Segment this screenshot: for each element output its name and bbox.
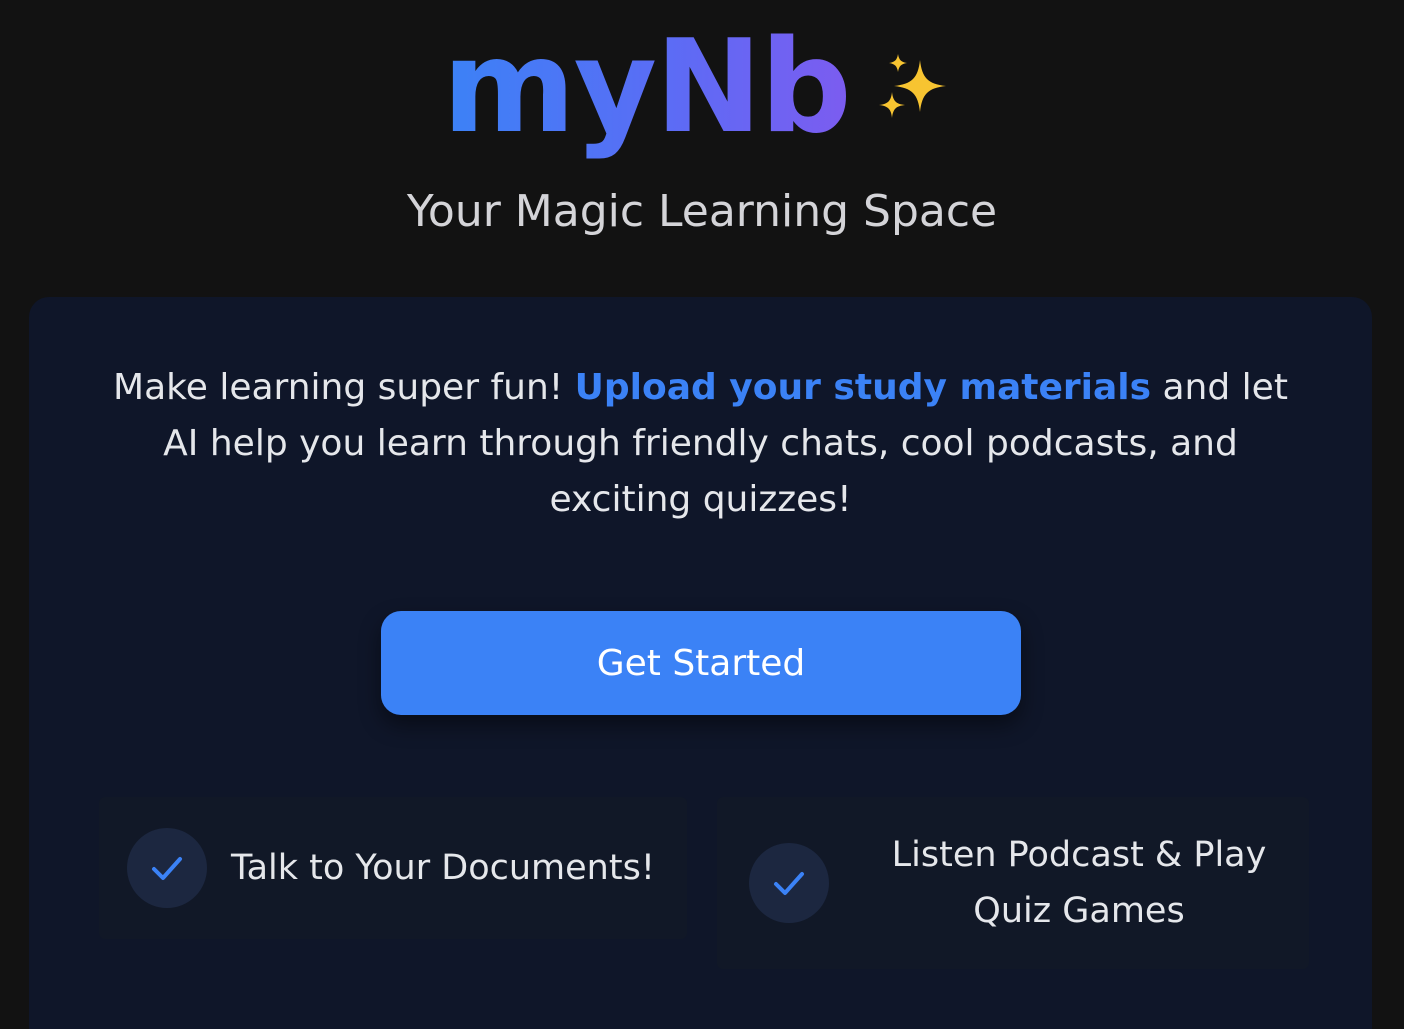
welcome-card: Make learning super fun! Upload your stu… bbox=[29, 297, 1372, 1029]
check-icon bbox=[749, 843, 829, 923]
feature-label: Talk to Your Documents! bbox=[231, 848, 655, 888]
sparkles-icon bbox=[878, 54, 946, 118]
intro-text-start: Make learning super fun! bbox=[113, 367, 575, 408]
intro-text: Make learning super fun! Upload your stu… bbox=[109, 360, 1292, 528]
landing-page: myNb Your Magic Learning Space Make lear… bbox=[0, 0, 1404, 1029]
intro-highlight: Upload your study materials bbox=[574, 367, 1152, 408]
feature-podcast-quiz: Listen Podcast & Play Quiz Games bbox=[717, 797, 1309, 969]
feature-talk-to-documents: Talk to Your Documents! bbox=[99, 797, 687, 939]
check-icon bbox=[127, 828, 207, 908]
feature-label: Listen Podcast & Play Quiz Games bbox=[891, 835, 1267, 931]
brand-logo: myNb bbox=[442, 24, 852, 172]
logo-row: myNb bbox=[0, 18, 1404, 178]
tagline: Your Magic Learning Space bbox=[406, 186, 998, 237]
get-started-button[interactable]: Get Started bbox=[381, 611, 1021, 715]
